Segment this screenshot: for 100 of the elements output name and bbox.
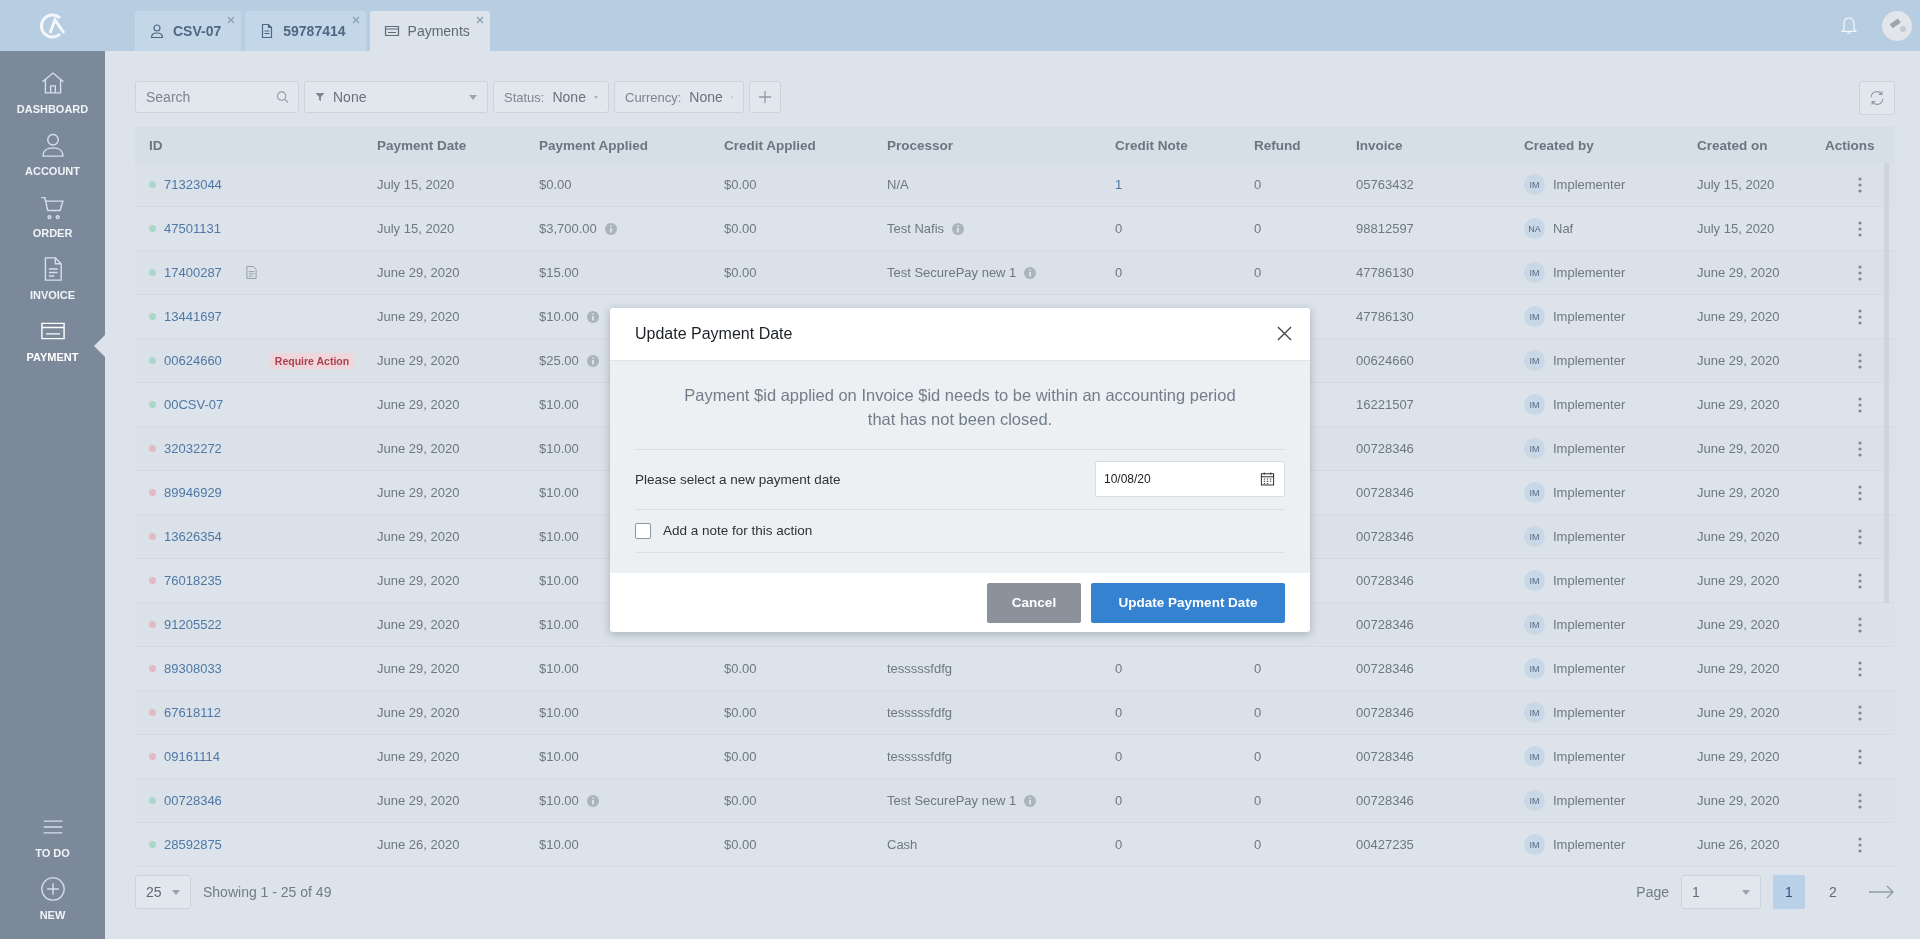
tab[interactable]: Payments: [369, 11, 490, 51]
payment-id-link[interactable]: 89308033: [164, 661, 222, 676]
close-icon[interactable]: [1277, 326, 1292, 341]
payment-id-link[interactable]: 71323044: [164, 177, 222, 192]
more-icon[interactable]: [1858, 308, 1862, 325]
info-icon[interactable]: [1024, 266, 1037, 279]
table-cell: Implementer: [1553, 485, 1626, 500]
table-cell: 00624660: [1356, 353, 1414, 368]
sidebar-item[interactable]: NEW: [0, 875, 105, 921]
checkbox[interactable]: [635, 522, 651, 539]
more-icon[interactable]: [1858, 352, 1862, 369]
table-cell: Implementer: [1553, 749, 1626, 764]
more-icon[interactable]: [1858, 440, 1862, 457]
info-icon[interactable]: [952, 222, 965, 235]
table-cell: Implementer: [1553, 617, 1626, 632]
table-cell: June 29, 2020: [377, 397, 460, 412]
add-filter-button[interactable]: [749, 81, 781, 113]
table-cell: June 29, 2020: [1697, 573, 1780, 588]
payment-id-link[interactable]: 00624660: [164, 353, 222, 368]
payment-id-link[interactable]: 76018235: [164, 573, 222, 588]
currency-dropdown[interactable]: Currency: None: [614, 81, 744, 113]
table-cell: Implementer: [1553, 177, 1626, 192]
more-icon[interactable]: [1858, 704, 1862, 721]
info-icon[interactable]: [604, 222, 617, 235]
column-header[interactable]: Payment Applied: [525, 137, 710, 153]
sidebar-item[interactable]: ORDER: [0, 193, 105, 239]
tab[interactable]: 59787414: [245, 11, 366, 51]
table-cell: 00728346: [1356, 441, 1414, 456]
column-header[interactable]: Invoice: [1342, 137, 1510, 153]
column-header[interactable]: ID: [135, 137, 363, 153]
tab[interactable]: CSV-07: [135, 11, 242, 51]
more-icon[interactable]: [1858, 660, 1862, 677]
user-avatar: IM: [1524, 262, 1545, 283]
column-header[interactable]: Created on: [1683, 137, 1825, 153]
status-dropdown[interactable]: Status: None: [493, 81, 609, 113]
more-icon[interactable]: [1858, 528, 1862, 545]
table-cell: Test Nafis: [887, 221, 945, 236]
info-icon[interactable]: [586, 310, 599, 323]
more-icon[interactable]: [1858, 616, 1862, 633]
dialog-message: Payment $id applied on Invoice $id needs to be within an accounting period that has not been closed.: [683, 384, 1237, 430]
sidebar-item[interactable]: PAYMENT: [0, 317, 105, 363]
sidebar-item[interactable]: INVOICE: [0, 255, 105, 301]
bell-icon[interactable]: [1840, 15, 1858, 36]
table-cell: 0: [1254, 265, 1262, 280]
search-field[interactable]: Search: [135, 81, 299, 113]
payment-id-link[interactable]: 28592875: [164, 837, 222, 852]
update-button[interactable]: Update Payment Date: [1091, 582, 1285, 623]
more-icon[interactable]: [1858, 264, 1862, 281]
payment-id-link[interactable]: 32032272: [164, 441, 222, 456]
table-cell: tesssssfdfg: [887, 705, 953, 720]
page-size-dropdown[interactable]: 25: [135, 875, 191, 909]
payment-id-link[interactable]: 67618112: [164, 705, 221, 720]
refresh-button[interactable]: [1859, 81, 1895, 115]
avatar-icon[interactable]: [1882, 10, 1912, 41]
column-header[interactable]: Credit Applied: [710, 137, 873, 153]
payment-id-link[interactable]: 91205522: [164, 617, 222, 632]
payment-id-link[interactable]: 13626354: [164, 529, 222, 544]
payment-id-link[interactable]: 17400287: [164, 265, 222, 280]
column-header[interactable]: Refund: [1240, 137, 1342, 153]
logo-icon[interactable]: [37, 10, 68, 41]
more-icon[interactable]: [1858, 748, 1862, 765]
column-header[interactable]: Processor: [873, 137, 1101, 153]
column-header[interactable]: Actions: [1825, 137, 1895, 153]
sidebar-item[interactable]: ACCOUNT: [0, 131, 105, 177]
arrow-right-icon[interactable]: [1869, 885, 1895, 899]
more-icon[interactable]: [1858, 396, 1862, 413]
document-icon[interactable]: [245, 266, 257, 279]
payment-id-link[interactable]: 09161114: [164, 749, 220, 764]
column-header[interactable]: Created by: [1510, 137, 1683, 153]
info-icon[interactable]: [586, 794, 599, 807]
more-icon[interactable]: [1858, 484, 1862, 501]
payment-id-link[interactable]: 13441697: [164, 309, 222, 324]
table-cell: June 29, 2020: [377, 485, 460, 500]
more-icon[interactable]: [1858, 792, 1862, 809]
calendar-icon[interactable]: [1260, 471, 1275, 487]
page-button[interactable]: 1: [1773, 875, 1805, 909]
credit-note-link[interactable]: 1: [1115, 177, 1123, 192]
payment-id-link[interactable]: 47501131: [164, 221, 221, 236]
filter-dropdown[interactable]: None: [304, 81, 488, 113]
table-cell: June 29, 2020: [1697, 265, 1780, 280]
table-cell: 0: [1254, 837, 1262, 852]
column-header[interactable]: Credit Note: [1101, 137, 1240, 153]
more-icon[interactable]: [1858, 220, 1862, 237]
payment-id-link[interactable]: 00CSV-07: [164, 397, 224, 412]
page-button[interactable]: 2: [1817, 875, 1849, 909]
date-field[interactable]: 10/08/20: [1095, 461, 1285, 497]
info-icon[interactable]: [1024, 794, 1037, 807]
page-dropdown[interactable]: 1: [1681, 875, 1761, 909]
more-icon[interactable]: [1858, 176, 1862, 193]
info-icon[interactable]: [586, 354, 599, 367]
cancel-button[interactable]: Cancel: [987, 582, 1081, 623]
more-icon[interactable]: [1858, 572, 1862, 589]
sidebar-item[interactable]: DASHBOARD: [0, 69, 105, 115]
sidebar-item[interactable]: TO DO: [0, 813, 105, 859]
table-cell: $0.00: [724, 221, 757, 236]
payment-id-link[interactable]: 89946929: [164, 485, 222, 500]
table-cell: 0: [1115, 837, 1123, 852]
payment-id-link[interactable]: 00728346: [164, 793, 222, 808]
more-icon[interactable]: [1858, 836, 1862, 853]
column-header[interactable]: Payment Date: [363, 137, 525, 153]
